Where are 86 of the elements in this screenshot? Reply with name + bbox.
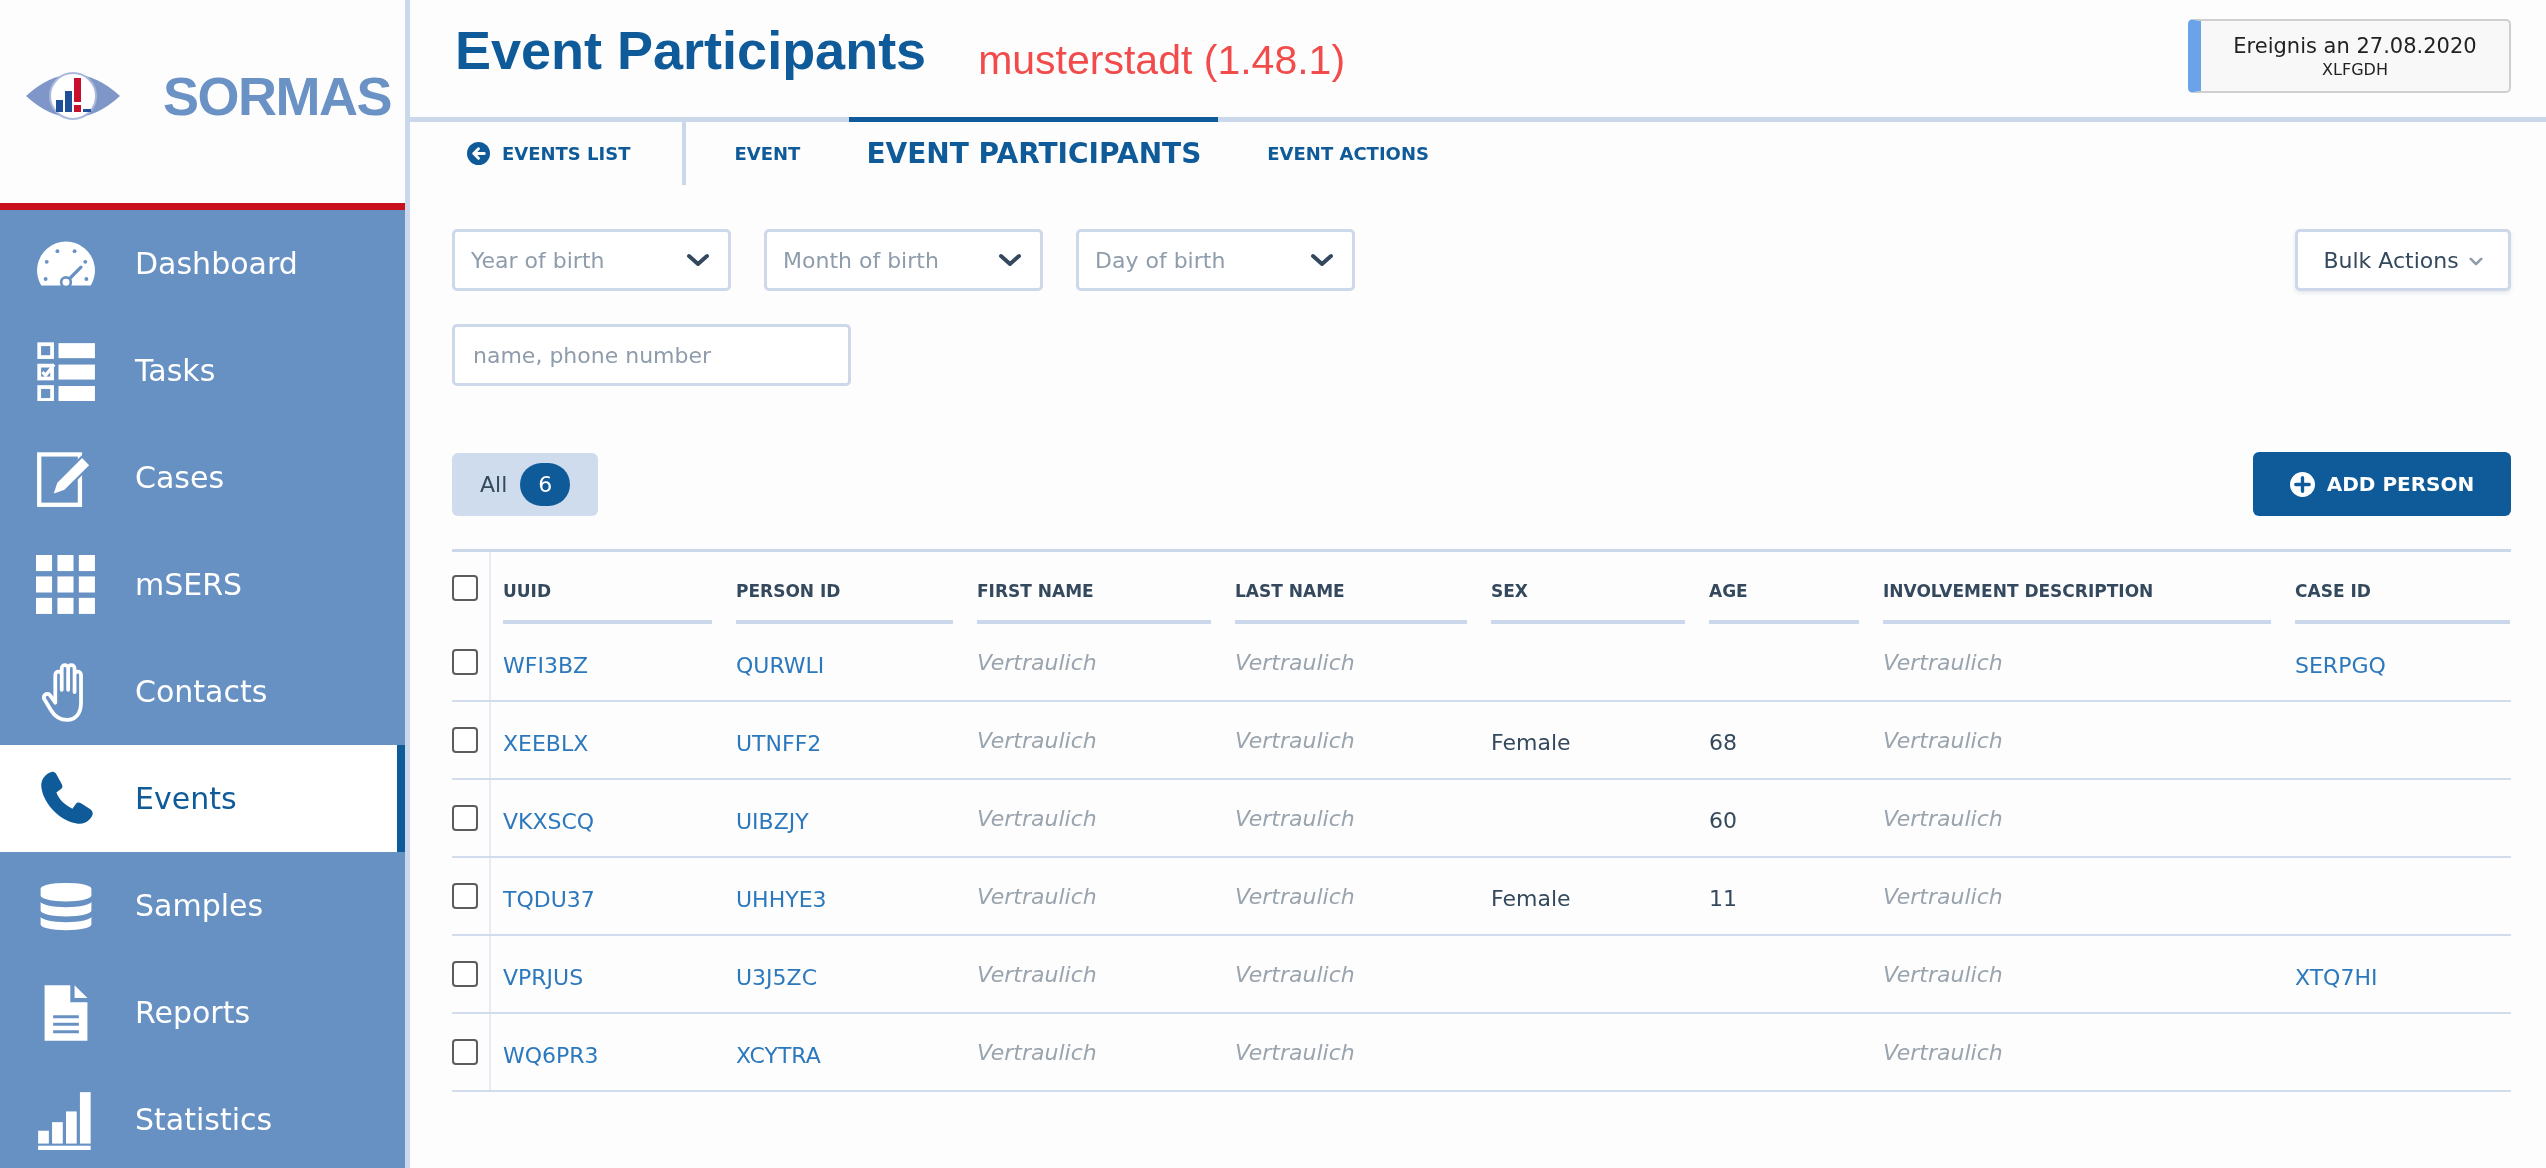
add-person-button[interactable]: ADD PERSON (2253, 452, 2511, 516)
nav-item[interactable]: Samples (0, 852, 405, 959)
nav-item[interactable]: mSERS (0, 531, 405, 638)
table-link[interactable]: SERPGQ (2295, 652, 2386, 678)
table-cell: Vertraulich (1235, 805, 1355, 831)
tab[interactable]: EVENT ACTIONS (1250, 117, 1446, 185)
event-code: XLFGDH (2322, 59, 2388, 80)
table-cell: Vertraulich (977, 805, 1097, 831)
table-cell: Vertraulich (1235, 649, 1355, 675)
app-name: SORMAS (163, 64, 391, 127)
dropdown[interactable]: Day of birth (1076, 229, 1355, 291)
checkbox[interactable] (452, 961, 478, 987)
table-link[interactable]: UIBZJY (736, 808, 809, 834)
plus-circle-icon (2289, 471, 2315, 497)
column-header: CASE ID (2295, 556, 2510, 624)
column-header: FIRST NAME (977, 556, 1211, 624)
table-cell: Vertraulich (1883, 805, 2003, 831)
nav-item[interactable]: Events (0, 745, 405, 852)
column-header: INVOLVEMENT DESCRIPTION (1883, 556, 2271, 624)
checkbox[interactable] (452, 727, 478, 753)
chevron-down-icon (1310, 253, 1334, 267)
checkbox[interactable] (452, 575, 478, 601)
table-cell: Vertraulich (977, 961, 1097, 987)
column-header: AGE (1709, 556, 1859, 624)
table-link[interactable]: UTNFF2 (736, 730, 822, 756)
nav-item[interactable]: Statistics (0, 1066, 405, 1168)
table-cell: Vertraulich (1883, 961, 2003, 987)
table-cell: Vertraulich (1235, 727, 1355, 753)
column-header: UUID (503, 556, 712, 624)
nav-item[interactable]: Reports (0, 959, 405, 1066)
checkbox[interactable] (452, 1039, 478, 1065)
table-cell: Vertraulich (1235, 961, 1355, 987)
search-field[interactable]: name, phone number (452, 324, 851, 386)
nav-item[interactable]: Cases (0, 424, 405, 531)
checkbox[interactable] (452, 649, 478, 675)
tab[interactable]: EVENT PARTICIPANTS (849, 117, 1219, 185)
nav-item[interactable]: Contacts (0, 638, 405, 745)
chevron-down-icon (998, 253, 1022, 267)
bulk-actions-button[interactable]: Bulk Actions (2295, 229, 2511, 291)
table-link[interactable]: XEEBLX (503, 730, 589, 756)
tab[interactable]: EVENT (717, 117, 818, 185)
table-cell: Vertraulich (1883, 883, 2003, 909)
grid-icon (36, 554, 96, 615)
column-header: PERSON ID (736, 556, 953, 624)
table-cell: Vertraulich (977, 649, 1097, 675)
table-link[interactable]: WFI3BZ (503, 652, 589, 678)
arrow-left-circle-icon (467, 142, 490, 165)
table-cell: Vertraulich (977, 1039, 1097, 1065)
nav-item[interactable]: Dashboard (0, 210, 405, 317)
table-cell: 68 (1709, 729, 1737, 755)
table-link[interactable]: WQ6PR3 (503, 1042, 599, 1068)
table-cell: 60 (1709, 807, 1737, 833)
table-cell: Vertraulich (1883, 1039, 2003, 1065)
table-link[interactable]: VKXSCQ (503, 808, 595, 834)
filter-tab[interactable]: All 6 (452, 452, 599, 516)
table-link[interactable]: U3J5ZC (736, 964, 818, 990)
back-link[interactable]: EVENTS LIST (410, 117, 686, 185)
table-cell: Vertraulich (977, 727, 1097, 753)
checkbox[interactable] (452, 883, 478, 909)
table-cell: Vertraulich (1883, 727, 2003, 753)
table-cell: Vertraulich (1235, 883, 1355, 909)
dropdown[interactable]: Month of birth (764, 229, 1043, 291)
count-badge: 6 (520, 462, 571, 506)
table-link[interactable]: TQDU37 (503, 886, 595, 912)
table-link[interactable]: XTQ7HI (2295, 964, 2378, 990)
table-cell: Female (1491, 729, 1571, 755)
event-title: Ereignis an 27.08.2020 (2233, 32, 2477, 60)
chevron-down-icon (2468, 257, 2483, 266)
column-header: LAST NAME (1235, 556, 1467, 624)
table-cell: Vertraulich (1235, 1039, 1355, 1065)
table-link[interactable]: XCYTRA (736, 1042, 821, 1068)
table-cell: Female (1491, 885, 1571, 911)
checkbox[interactable] (452, 805, 478, 831)
table-cell: 11 (1709, 885, 1737, 911)
column-header: SEX (1491, 556, 1685, 624)
table-link[interactable]: UHHYE3 (736, 886, 827, 912)
chevron-down-icon (686, 253, 710, 267)
checklist-icon (36, 340, 96, 401)
table-cell: Vertraulich (1883, 649, 2003, 675)
server-label: musterstadt (1.48.1) (978, 36, 1346, 84)
dropdown[interactable]: Year of birth (452, 229, 731, 291)
table-cell: Vertraulich (977, 883, 1097, 909)
nav-item[interactable]: Tasks (0, 317, 405, 424)
page-title: Event Participants (455, 20, 927, 80)
table-link[interactable]: VPRJUS (503, 964, 584, 990)
table-link[interactable]: QURWLI (736, 652, 825, 678)
